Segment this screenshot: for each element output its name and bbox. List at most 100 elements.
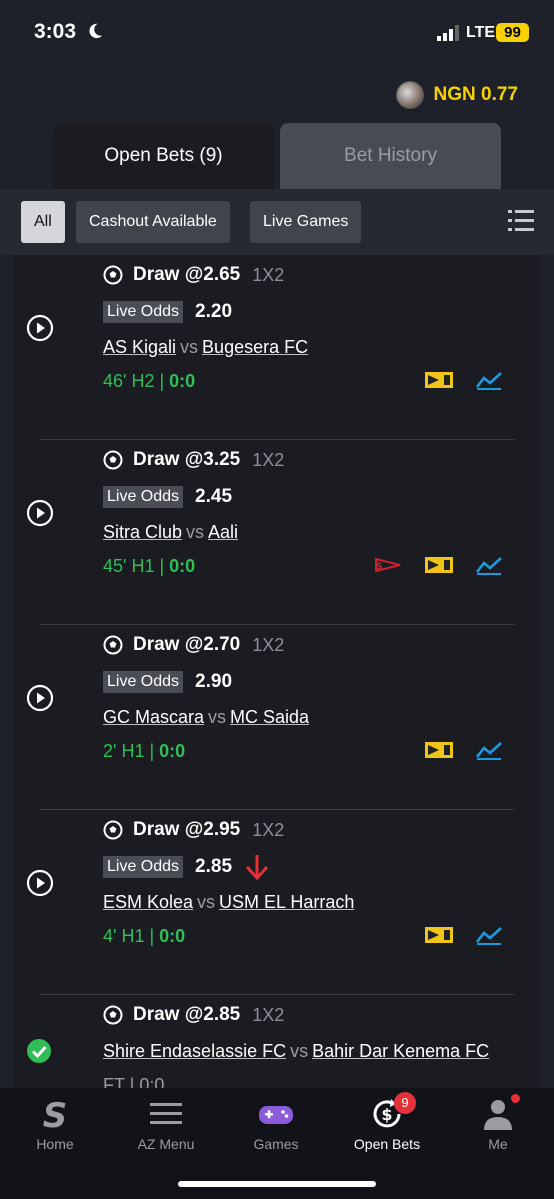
- vs-label: vs: [180, 337, 199, 357]
- live-odds-value: 2.90: [195, 671, 233, 692]
- home-team: ESM Kolea: [103, 892, 194, 912]
- match-status: 4' H1 | 0:0: [103, 926, 185, 947]
- status-time: 3:03: [34, 20, 77, 43]
- nav-label: Games: [253, 1136, 299, 1152]
- stats-icon[interactable]: [475, 740, 503, 760]
- balance-amount: NGN 0.77: [433, 84, 518, 105]
- selection-label: Draw @2.65: [133, 264, 241, 285]
- live-odds-value: 2.45: [195, 486, 233, 507]
- away-team: USM EL Harrach: [219, 892, 355, 912]
- football-icon: [103, 450, 123, 470]
- match-tracker-icon[interactable]: [425, 370, 453, 390]
- live-odds-label: Live Odds: [103, 486, 184, 508]
- match-status: 2' H1 | 0:0: [103, 741, 185, 762]
- stats-icon[interactable]: [475, 555, 503, 575]
- live-odds-label: Live Odds: [103, 671, 184, 693]
- match-teams[interactable]: Sitra Club vs Aali: [103, 522, 238, 543]
- match-score: 0:0: [159, 741, 186, 761]
- market-label: 1X2: [252, 1004, 285, 1025]
- network-type: LTE: [466, 24, 496, 41]
- home-team: Sitra Club: [103, 522, 183, 542]
- moon-icon: [89, 23, 103, 39]
- hamburger-icon: [150, 1103, 182, 1124]
- stats-icon[interactable]: [475, 370, 503, 390]
- away-team: MC Saida: [230, 707, 310, 727]
- nav-label: AZ Menu: [137, 1136, 195, 1152]
- market-label: 1X2: [252, 819, 285, 840]
- account-balance[interactable]: NGN 0.77: [395, 80, 518, 110]
- football-icon: [103, 1005, 123, 1025]
- filter-cashout-available[interactable]: Cashout Available: [76, 201, 230, 243]
- match-score: 0:0: [169, 371, 196, 391]
- bet-item[interactable]: Draw @2.65 1X2 Live Odds 2.20 AS Kigali v…: [14, 255, 541, 440]
- match-teams[interactable]: AS Kigali vs Bugesera FC: [103, 337, 308, 358]
- nav-label: Home: [36, 1136, 74, 1152]
- vs-label: vs: [208, 707, 227, 727]
- match-teams[interactable]: Shire Endaselassie FC vs Bahir Dar Kenema …: [103, 1041, 489, 1062]
- home-indicator: [178, 1181, 376, 1187]
- market-label: 1X2: [252, 449, 285, 470]
- list-view-icon[interactable]: [508, 209, 534, 233]
- bets-tabs: Open Bets (9) Bet History: [53, 123, 501, 189]
- match-time: 4' H1 |: [103, 926, 155, 946]
- vs-label: vs: [290, 1041, 309, 1061]
- live-odds-value: 2.85: [195, 856, 233, 877]
- filter-all[interactable]: All: [21, 201, 65, 243]
- live-odds-label: Live Odds: [103, 856, 184, 878]
- play-icon[interactable]: [26, 314, 54, 342]
- svg-text:$: $: [381, 1105, 392, 1124]
- away-team: Aali: [208, 522, 239, 542]
- match-time: 45' H1 |: [103, 556, 165, 576]
- filter-bar: All Cashout Available Live Games: [0, 189, 554, 255]
- match-teams[interactable]: GC Mascara vs MC Saida: [103, 707, 309, 728]
- bet-item[interactable]: Draw @2.70 1X2 Live Odds 2.90 GC Mascara…: [14, 625, 541, 810]
- football-icon: [103, 265, 123, 285]
- match-status: FT | 0:0: [103, 1075, 165, 1088]
- svg-text:S: S: [43, 1096, 68, 1132]
- tab-open-bets[interactable]: Open Bets (9): [53, 123, 274, 189]
- avatar: [395, 81, 424, 109]
- vs-label: vs: [197, 892, 216, 912]
- match-status: 45' H1 | 0:0: [103, 556, 195, 577]
- match-teams[interactable]: ESM Kolea vs USM EL Harrach: [103, 892, 354, 913]
- stv-icon[interactable]: S: [373, 555, 403, 575]
- market-label: 1X2: [252, 634, 285, 655]
- nav-label: Open Bets: [353, 1136, 421, 1152]
- selection-label: Draw @2.85: [133, 1004, 241, 1025]
- check-circle-icon: [27, 1039, 51, 1063]
- home-team: Shire Endaselassie FC: [103, 1041, 287, 1061]
- selection-label: Draw @2.70: [133, 634, 241, 655]
- open-bets-badge: 9: [394, 1092, 416, 1114]
- selection-label: Draw @3.25: [133, 449, 241, 470]
- play-icon[interactable]: [26, 499, 54, 527]
- match-tracker-icon[interactable]: [425, 555, 453, 575]
- match-tracker-icon[interactable]: [425, 740, 453, 760]
- match-status: 46' H2 | 0:0: [103, 371, 195, 392]
- bet-item[interactable]: Draw @2.95 1X2 Live Odds 2.85 ESM Kolea v…: [14, 810, 541, 995]
- home-team: AS Kigali: [103, 337, 177, 357]
- filter-live-games[interactable]: Live Games: [250, 201, 362, 243]
- battery-indicator: 99: [496, 23, 529, 42]
- user-icon: [484, 1100, 512, 1130]
- notification-dot: [511, 1094, 520, 1103]
- bet-item[interactable]: Draw @3.25 1X2 Live Odds 2.45 Sitra Club…: [14, 440, 541, 625]
- live-odds-label: Live Odds: [103, 301, 184, 323]
- play-icon[interactable]: [26, 684, 54, 712]
- away-team: Bugesera FC: [202, 337, 309, 357]
- market-label: 1X2: [252, 264, 285, 285]
- match-score: 0:0: [159, 926, 186, 946]
- open-bets-list: Draw @2.65 1X2 Live Odds 2.20 AS Kigali v…: [14, 255, 541, 1088]
- gamepad-icon: [259, 1106, 293, 1124]
- football-icon: [103, 820, 123, 840]
- match-score: 0:0: [169, 556, 196, 576]
- sporty-logo-icon: S: [43, 1096, 68, 1132]
- football-icon: [103, 635, 123, 655]
- match-tracker-icon[interactable]: [425, 925, 453, 945]
- nav-label: Me: [488, 1136, 508, 1152]
- bet-item[interactable]: Draw @2.85 1X2 Shire Endaselassie FC vs Ba…: [14, 995, 541, 1088]
- play-icon[interactable]: [26, 869, 54, 897]
- stats-icon[interactable]: [475, 925, 503, 945]
- status-bar: 3:03 LTE 99: [0, 0, 554, 66]
- odds-down-arrow-icon: [245, 855, 269, 881]
- tab-bet-history[interactable]: Bet History: [280, 123, 501, 189]
